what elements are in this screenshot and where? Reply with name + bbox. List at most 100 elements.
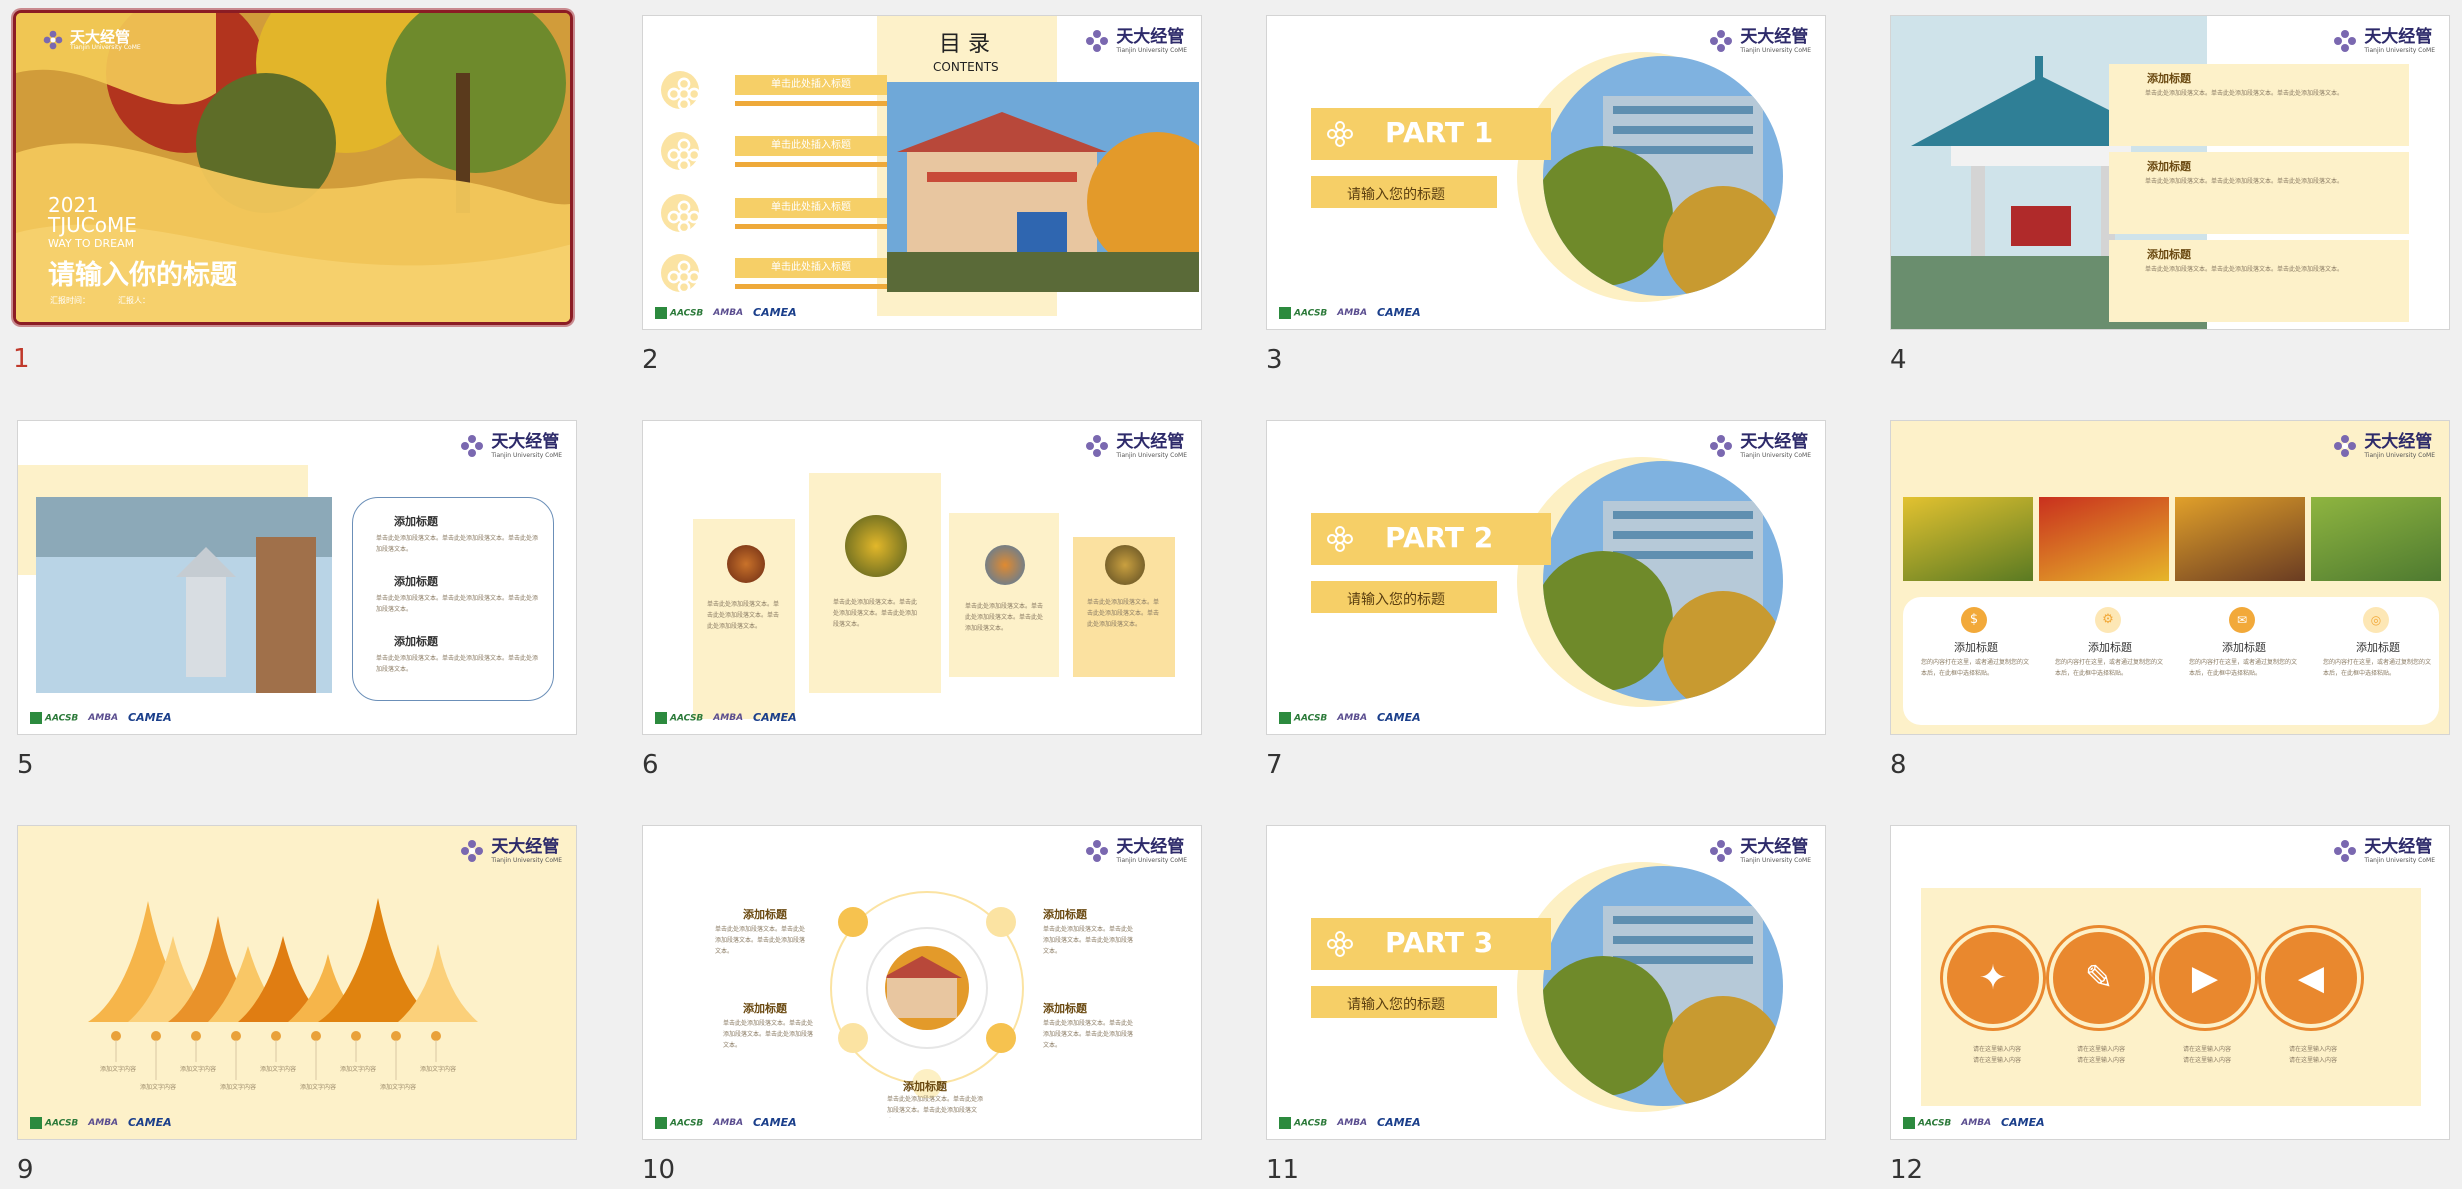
slide-thumbnail-10[interactable]: 天大经管 Tianjin University CoME 添加标题 单击此处添加段… <box>642 825 1204 1185</box>
part-subtitle: 请输入您的标题 <box>1347 997 1445 1013</box>
accreditation-badges: AACSB AMBA CAMEA <box>655 711 797 724</box>
slide-logo: 天大经管 Tianjin University CoME <box>2332 838 2435 864</box>
toc-title: 目 录 <box>939 32 990 57</box>
slide-thumbnail-5[interactable]: 天大经管 Tianjin University CoME 添加标题 单击此处添加段… <box>17 420 579 780</box>
cycle-heading: 添加标题 <box>743 1002 787 1015</box>
photo-circle <box>985 545 1025 585</box>
slide-number: 9 <box>17 1155 34 1185</box>
mail-icon: ✉ <box>2229 607 2255 633</box>
slide-3-canvas[interactable]: 天大经管 Tianjin University CoME PART 1 请输入您的… <box>1266 15 1826 330</box>
cycle-body: 单击此处添加段落文本。单击此处添加段落文本。单击此处添加段落文本。 <box>1043 1020 1134 1049</box>
campus-photo-circle <box>1543 461 1783 701</box>
slide-thumbnail-12[interactable]: 天大经管 Tianjin University CoME ✦ ✎ ▶ ◀ 请在这里… <box>1890 825 2452 1185</box>
slide-thumbnail-6[interactable]: 天大经管 Tianjin University CoME 单击此处添加段落文本。单… <box>642 420 1204 780</box>
feature-body: 您的内容打在这里，或者通过复制您的文本后，在此框中选择粘贴。 <box>1921 659 2030 677</box>
accreditation-badges: AACSB AMBA CAMEA <box>1903 1116 2045 1129</box>
slide-thumbnail-8[interactable]: 天大经管 Tianjin University CoME $ 添加标题 您的内容打… <box>1890 420 2452 780</box>
logo-cn-text: 天大经管 <box>70 27 131 46</box>
slide-thumbnail-11[interactable]: 天大经管 Tianjin University CoME PART 3 请输入您的… <box>1266 825 1828 1185</box>
slide-1-tagline: WAY TO DREAM <box>48 237 135 250</box>
flower-icon <box>1325 524 1355 554</box>
block-body: 单击此处添加段落文本。单击此处添加段落文本。单击此处添加段落文本。 <box>376 595 539 613</box>
card-heading: 添加标题 <box>2147 160 2191 173</box>
accreditation-badges: AACSB AMBA CAMEA <box>30 1116 172 1129</box>
part-subtitle-box: 请输入您的标题 <box>1311 581 1497 613</box>
icon-caption: 请在这里输入内容 请在这里输入内容 <box>2076 1046 2125 1064</box>
part-subtitle-box: 请输入您的标题 <box>1311 176 1497 208</box>
slide-4-canvas[interactable]: 天大经管 Tianjin University CoME 添加标题 单击此处添加段… <box>1890 15 2450 330</box>
slide-5-canvas[interactable]: 天大经管 Tianjin University CoME 添加标题 单击此处添加段… <box>17 420 577 735</box>
slide-thumbnail-4[interactable]: 天大经管 Tianjin University CoME 添加标题 单击此处添加段… <box>1890 15 2452 375</box>
part-banner: PART 1 <box>1311 108 1551 160</box>
feature-item: ✉ 添加标题 您的内容打在这里，或者通过复制您的文本后，在此框中选择粘贴。 <box>2189 607 2299 679</box>
logo-flower-icon <box>2332 838 2358 864</box>
column-body: 单击此处添加段落文本。单击此处添加段落文本。单击此处添加段落文本。 <box>707 601 780 630</box>
part-label: PART 3 <box>1385 926 1494 959</box>
text-card: 添加标题 单击此处添加段落文本。单击此处添加段落文本。单击此处添加段落文本。 <box>2109 240 2409 322</box>
slide-number: 5 <box>17 750 34 780</box>
card-body: 单击此处添加段落文本。单击此处添加段落文本。单击此处添加段落文本。 <box>2145 90 2344 97</box>
flower-icon <box>661 254 699 292</box>
slide-12-canvas[interactable]: 天大经管 Tianjin University CoME ✦ ✎ ▶ ◀ 请在这里… <box>1890 825 2450 1140</box>
cycle-heading: 添加标题 <box>1043 908 1087 921</box>
column-body: 单击此处添加段落文本。单击此处添加段落文本。单击此处添加段落文本。 <box>965 603 1044 632</box>
slide-thumbnail-2[interactable]: 天大经管 Tianjin University CoME 目 录 CONTENTS… <box>642 15 1204 375</box>
cycle-heading: 添加标题 <box>743 908 787 921</box>
slide-11-canvas[interactable]: 天大经管 Tianjin University CoME PART 3 请输入您的… <box>1266 825 1826 1140</box>
feature-heading: 添加标题 <box>2356 641 2400 654</box>
toc-item[interactable]: 单击此处插入标题 <box>661 71 901 111</box>
toc-item[interactable]: 单击此处插入标题 <box>661 254 901 294</box>
flower-icon <box>1325 929 1355 959</box>
photo-circle <box>727 545 765 583</box>
slide-logo: 天大经管 Tianjin University CoME <box>1708 433 1811 459</box>
slide-8-canvas[interactable]: 天大经管 Tianjin University CoME $ 添加标题 您的内容打… <box>1890 420 2450 735</box>
part-subtitle-box: 请输入您的标题 <box>1311 986 1497 1018</box>
card-body: 单击此处添加段落文本。单击此处添加段落文本。单击此处添加段落文本。 <box>2145 266 2344 273</box>
column-card: 单击此处添加段落文本。单击此处添加段落文本。单击此处添加段落文本。 <box>949 513 1059 677</box>
slide-1-canvas[interactable]: 天大经管 Tianjin University CoME 2021 TJUCoM… <box>13 10 573 325</box>
slide-2-canvas[interactable]: 天大经管 Tianjin University CoME 目 录 CONTENTS… <box>642 15 1202 330</box>
toc-item[interactable]: 单击此处插入标题 <box>661 132 901 172</box>
flower-icon <box>661 71 699 109</box>
feature-body: 您的内容打在这里，或者通过复制您的文本后，在此框中选择粘贴。 <box>2189 659 2298 677</box>
logo-flower-icon <box>42 29 64 51</box>
logo-flower-icon <box>1708 28 1734 54</box>
slide-10-canvas[interactable]: 天大经管 Tianjin University CoME 添加标题 单击此处添加段… <box>642 825 1202 1140</box>
toc-item-label: 单击此处插入标题 <box>735 75 887 95</box>
slide-6-canvas[interactable]: 天大经管 Tianjin University CoME 单击此处添加段落文本。单… <box>642 420 1202 735</box>
column-card: 单击此处添加段落文本。单击此处添加段落文本。单击此处添加段落文本。 <box>693 519 795 719</box>
block-body: 单击此处添加段落文本。单击此处添加段落文本。单击此处添加段落文本。 <box>376 535 539 553</box>
megaphone-icon: ◀ <box>2297 958 2325 998</box>
slide-9-canvas[interactable]: 天大经管 Tianjin University CoME 添加文字内容 添加文字… <box>17 825 577 1140</box>
logo-flower-icon <box>1084 433 1110 459</box>
slide-7-canvas[interactable]: 天大经管 Tianjin University CoME PART 2 请输入您的… <box>1266 420 1826 735</box>
cycle-heading: 添加标题 <box>903 1080 947 1093</box>
slide-number: 3 <box>1266 345 1283 375</box>
slide-thumbnail-7[interactable]: 天大经管 Tianjin University CoME PART 2 请输入您的… <box>1266 420 1828 780</box>
block-heading: 添加标题 <box>394 575 438 588</box>
slide-thumbnail-9[interactable]: 天大经管 Tianjin University CoME 添加文字内容 添加文字… <box>17 825 579 1185</box>
slide-thumbnail-3[interactable]: 天大经管 Tianjin University CoME PART 1 请输入您的… <box>1266 15 1828 375</box>
toc-item-label: 单击此处插入标题 <box>735 136 887 156</box>
slide-logo: 天大经管 Tianjin University CoME <box>1708 838 1811 864</box>
toc-item-label: 单击此处插入标题 <box>735 258 887 278</box>
toc-item[interactable]: 单击此处插入标题 <box>661 194 901 234</box>
part-banner: PART 2 <box>1311 513 1551 565</box>
slide-number: 12 <box>1890 1155 1924 1185</box>
icon-circle: ✎ <box>2053 932 2145 1024</box>
palette-icon: ✎ <box>2084 958 2114 998</box>
part-subtitle: 请输入您的标题 <box>1347 187 1445 203</box>
slide-1-time-label: 汇报时间： <box>50 296 90 305</box>
slide-number: 7 <box>1266 750 1283 780</box>
text-card: 添加标题 单击此处添加段落文本。单击此处添加段落文本。单击此处添加段落文本。 <box>2109 152 2409 234</box>
flower-icon <box>661 132 699 170</box>
column-body: 单击此处添加段落文本。单击此处添加段落文本。单击此处添加段落文本。 <box>833 599 918 628</box>
campus-photo-circle <box>1543 866 1783 1106</box>
slide-logo: 天大经管 Tianjin University CoME <box>1084 28 1187 54</box>
slide-logo: 天大经管 Tianjin University CoME <box>2332 433 2435 459</box>
slide-logo: 天大经管 Tianjin University CoME <box>1084 433 1187 459</box>
video-camera-icon: ▶ <box>2191 958 2219 998</box>
toc-subtitle: CONTENTS <box>933 60 999 74</box>
magic-wand-icon: ✦ <box>1978 958 2008 998</box>
slide-thumbnail-1[interactable]: 天大经管 Tianjin University CoME 2021 TJUCoM… <box>13 10 583 374</box>
